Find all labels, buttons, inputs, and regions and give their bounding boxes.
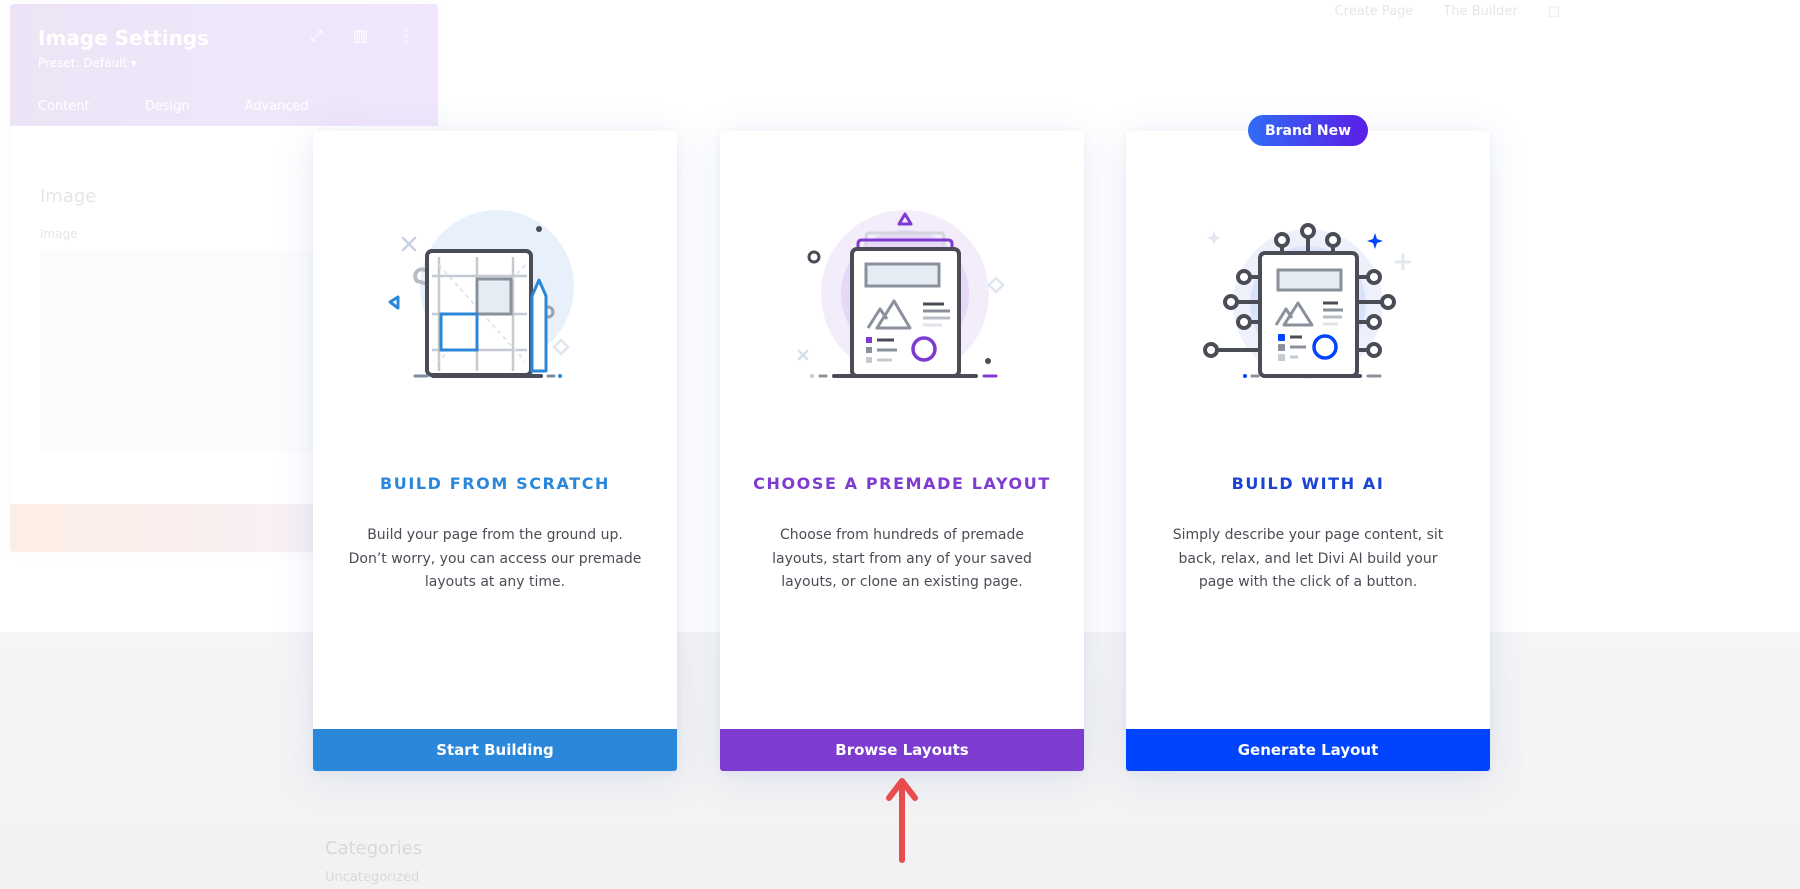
settings-tabs: Content Design Advanced <box>38 99 309 114</box>
nav-the-builder: The Builder <box>1443 4 1518 19</box>
nav-window-icon: □ <box>1547 4 1560 19</box>
tab-content: Content <box>38 99 90 114</box>
browse-layouts-button[interactable]: Browse Layouts <box>720 729 1084 771</box>
blueprint-grid-icon <box>388 210 574 378</box>
card-description: Build your page from the ground up. Don’… <box>348 527 642 590</box>
card-choose-premade-layout: CHOOSE A PREMADE LAYOUT Choose from hund… <box>720 131 1084 771</box>
card-build-with-ai: Brand New BUILD WITH AI Simply describe … <box>1126 115 1490 771</box>
card-build-from-scratch: BUILD FROM SCRATCH Build your page from … <box>313 131 677 771</box>
ai-circuit-document-icon <box>1203 223 1412 379</box>
card-title: BUILD FROM SCRATCH <box>379 474 611 493</box>
annotation-arrow-icon <box>886 778 918 863</box>
generate-layout-button[interactable]: Generate Layout <box>1126 729 1490 771</box>
tab-design: Design <box>144 99 190 114</box>
columns-icon: ▥ <box>352 26 368 45</box>
layout-document-icon <box>797 210 1005 378</box>
preset-selector: Preset: Default ▾ <box>38 56 137 70</box>
card-title: BUILD WITH AI <box>1231 474 1385 493</box>
category-item: Uncategorized <box>325 870 420 885</box>
brand-new-badge: Brand New <box>1247 115 1369 146</box>
expand-icon: ⤢ <box>310 26 323 45</box>
background-top-nav: Create Page The Builder □ <box>1335 4 1560 19</box>
card-title: CHOOSE A PREMADE LAYOUT <box>753 474 1051 493</box>
nav-create-page: Create Page <box>1334 4 1414 19</box>
categories-heading: Categories <box>325 838 423 859</box>
settings-panel-title: Image Settings <box>38 26 210 50</box>
start-building-button[interactable]: Start Building <box>313 729 677 771</box>
card-description: Simply describe your page content, sit b… <box>1172 527 1444 590</box>
more-icon: ⋮ <box>398 26 414 45</box>
settings-panel-actions: ⤢ ▥ ⋮ <box>310 26 414 46</box>
tab-advanced: Advanced <box>244 99 309 114</box>
card-description: Choose from hundreds of premade layouts,… <box>772 527 1032 590</box>
settings-panel-header: Image Settings Preset: Default ▾ ⤢ ▥ ⋮ C… <box>10 4 438 126</box>
